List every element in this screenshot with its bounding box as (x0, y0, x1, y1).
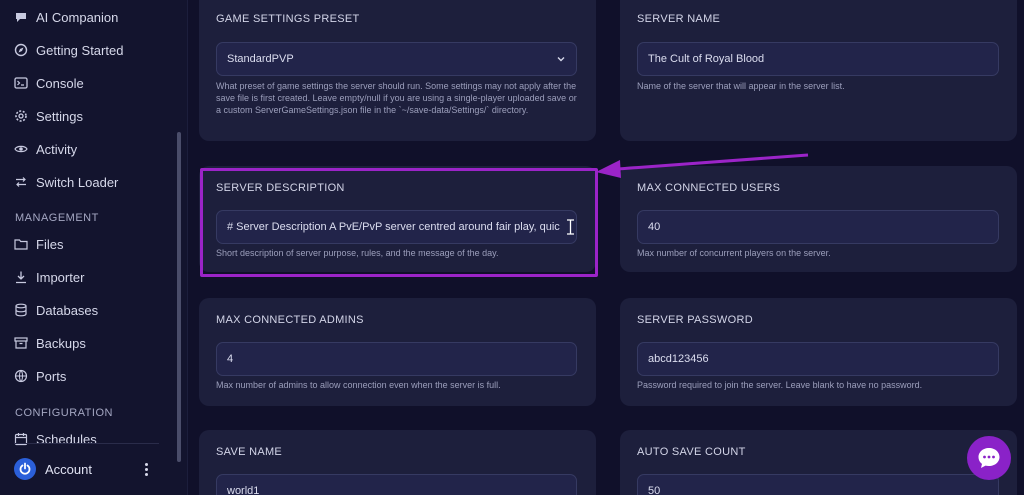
section-label-configuration: CONFIGURATION (15, 407, 113, 419)
max-users-input[interactable]: 40 (637, 210, 999, 244)
text-cursor-icon (567, 219, 574, 235)
auto-save-count-input[interactable]: 50 (637, 474, 999, 495)
download-icon (14, 270, 28, 284)
sidebar-item-label: Schedules (36, 431, 97, 447)
database-icon (14, 303, 28, 317)
field-label: SERVER PASSWORD (637, 314, 753, 326)
game-preset-select[interactable]: StandardPVP (216, 42, 577, 76)
sidebar-item-console[interactable]: Console (14, 71, 84, 95)
sidebar-item-label: Activity (36, 141, 78, 157)
card-game-settings-preset: GAME SETTINGS PRESET StandardPVP What pr… (199, 0, 596, 141)
input-value: The Cult of Royal Blood (648, 53, 765, 65)
input-value: abcd123456 (648, 353, 709, 365)
chat-bubble-icon (978, 448, 1000, 468)
card-save-name: SAVE NAME world1 (199, 430, 596, 495)
sidebar-item-ports[interactable]: Ports (14, 364, 66, 388)
input-value: world1 (227, 485, 260, 495)
input-value: 40 (648, 221, 661, 233)
power-logo-icon (14, 458, 36, 480)
sidebar-item-label: Ports (36, 368, 67, 384)
account-menu[interactable]: Account (14, 456, 164, 482)
card-max-connected-admins: MAX CONNECTED ADMINS 4 Max number of adm… (199, 298, 596, 406)
sidebar-item-schedules[interactable]: Schedules (14, 427, 97, 451)
account-label: Account (45, 461, 92, 477)
field-label: SAVE NAME (216, 446, 283, 458)
archive-icon (14, 336, 28, 350)
gear-icon (14, 109, 28, 123)
sidebar-item-label: Importer (36, 269, 85, 285)
sidebar-item-label: Backups (36, 335, 86, 351)
field-help: Name of the server that will appear in t… (637, 81, 845, 91)
sidebar-item-label: Console (36, 75, 84, 91)
save-name-input[interactable]: world1 (216, 474, 577, 495)
sidebar-item-switch-loader[interactable]: Switch Loader (14, 170, 118, 194)
sidebar-item-files[interactable]: Files (14, 232, 63, 256)
sidebar-item-importer[interactable]: Importer (14, 265, 84, 289)
card-auto-save-count: AUTO SAVE COUNT 50 (620, 430, 1017, 495)
sidebar-item-label: Databases (36, 302, 99, 318)
sidebar-item-label: Settings (36, 108, 83, 124)
input-value: 4 (227, 353, 234, 365)
sidebar-item-databases[interactable]: Databases (14, 298, 98, 322)
field-help: Max number of admins to allow connection… (216, 380, 501, 390)
sidebar-item-getting-started[interactable]: Getting Started (14, 38, 123, 62)
field-help: What preset of game settings the server … (216, 81, 577, 115)
folder-icon (14, 237, 28, 251)
field-help: Password required to join the server. Le… (637, 380, 923, 390)
sidebar-item-activity[interactable]: Activity (14, 137, 77, 161)
chevron-down-icon (557, 57, 565, 62)
sidebar-item-settings[interactable]: Settings (14, 104, 83, 128)
globe-icon (14, 369, 28, 383)
field-label: AUTO SAVE COUNT (637, 446, 746, 458)
more-vertical-icon[interactable] (140, 459, 152, 479)
account-divider (14, 443, 159, 444)
annotation-arrow-icon (596, 153, 809, 178)
card-server-name: SERVER NAME The Cult of Royal Blood Name… (620, 0, 1017, 141)
card-server-password: SERVER PASSWORD abcd123456 Password requ… (620, 298, 1017, 406)
field-label: GAME SETTINGS PRESET (216, 13, 360, 25)
field-label: SERVER NAME (637, 13, 721, 25)
card-max-connected-users: MAX CONNECTED USERS 40 Max number of con… (620, 166, 1017, 272)
field-label: MAX CONNECTED ADMINS (216, 314, 364, 326)
server-password-input[interactable]: abcd123456 (637, 342, 999, 376)
sidebar-scrollbar-thumb[interactable] (177, 132, 181, 462)
max-admins-input[interactable]: 4 (216, 342, 577, 376)
sidebar-item-label: Switch Loader (36, 174, 119, 190)
select-value: StandardPVP (227, 53, 294, 65)
section-label-management: MANAGEMENT (15, 212, 99, 224)
eye-icon (14, 142, 28, 156)
server-name-input[interactable]: The Cult of Royal Blood (637, 42, 999, 76)
sidebar-item-label: Files (36, 236, 64, 252)
sidebar: AI Companion Getting Started Console Set… (0, 0, 188, 495)
field-help: Max number of concurrent players on the … (637, 248, 831, 258)
sidebar-item-label: Getting Started (36, 42, 124, 58)
sidebar-item-ai-companion[interactable]: AI Companion (14, 5, 118, 29)
field-label: MAX CONNECTED USERS (637, 182, 781, 194)
chat-bubble-icon (14, 10, 28, 24)
chat-widget-button[interactable] (967, 436, 1011, 480)
terminal-icon (14, 76, 28, 90)
swap-arrows-icon (14, 175, 28, 189)
annotation-highlight-box (200, 168, 598, 277)
compass-icon (14, 43, 28, 57)
input-value: 50 (648, 485, 661, 495)
sidebar-item-label: AI Companion (36, 9, 119, 25)
sidebar-item-backups[interactable]: Backups (14, 331, 86, 355)
